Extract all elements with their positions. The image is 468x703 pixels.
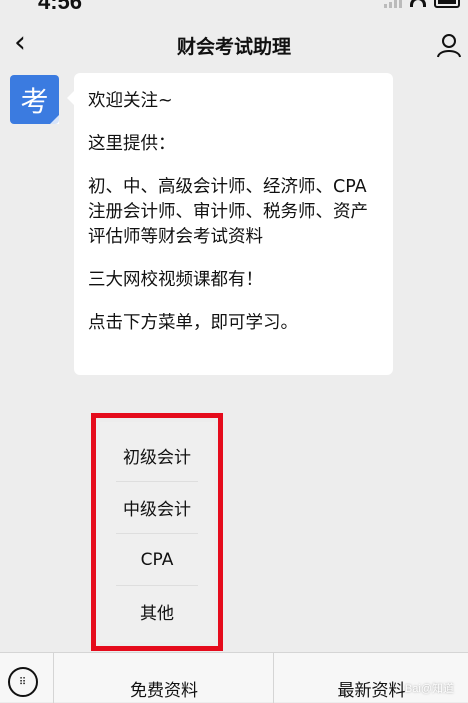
tab-label: 免费资料	[130, 680, 198, 701]
page-title: 财会考试助理	[176, 36, 291, 58]
message-line: 初、中、高级会计师、经济师、CPA注册会计师、审计师、税务师、资产评估师等财会考…	[88, 177, 368, 247]
menu-item-label: 其他	[140, 604, 174, 624]
avatar-corner	[50, 115, 59, 124]
status-time: 4:56	[38, 0, 83, 14]
menu-highlight-frame: 初级会计 中级会计 CPA 其他	[91, 413, 223, 651]
message-line: 点击下方菜单，即可学习。	[88, 313, 298, 333]
status-icons	[384, 0, 460, 8]
keyboard-icon[interactable]: ⠿	[8, 667, 38, 697]
signal-icon	[384, 0, 402, 8]
tab-label: 最新资料	[337, 680, 406, 701]
message-line: 三大网校视频课都有！	[88, 270, 263, 290]
menu-item-label: 中级会计	[123, 500, 191, 520]
avatar[interactable]: 考	[10, 75, 59, 124]
menu-item-intermediate-accounting[interactable]: 中级会计	[116, 482, 198, 534]
message-line: 欢迎关注~	[88, 91, 173, 111]
profile-icon[interactable]	[436, 32, 462, 58]
status-bar: 4:56	[0, 0, 468, 14]
menu-item-junior-accounting[interactable]: 初级会计	[116, 430, 198, 482]
tab-free-materials[interactable]: 免费资料	[53, 653, 274, 703]
battery-icon	[434, 0, 460, 8]
menu-item-label: CPA	[140, 549, 174, 570]
menu-item-label: 初级会计	[123, 448, 191, 468]
message-line: 这里提供：	[88, 134, 176, 154]
nav-bar: ‹ 财会考试助理	[0, 22, 468, 68]
watermark: Bai@知道	[404, 683, 454, 695]
menu-item-cpa[interactable]: CPA	[116, 534, 198, 586]
message-bubble: 欢迎关注~ 这里提供： 初、中、高级会计师、经济师、CPA注册会计师、审计师、税…	[67, 73, 393, 375]
popup-menu: 初级会计 中级会计 CPA 其他	[100, 422, 214, 642]
avatar-char: 考	[20, 84, 49, 118]
wifi-icon	[410, 0, 426, 7]
menu-item-other[interactable]: 其他	[116, 586, 198, 637]
bottom-menu-bar: ⠿ 免费资料 最新资料	[0, 652, 468, 703]
